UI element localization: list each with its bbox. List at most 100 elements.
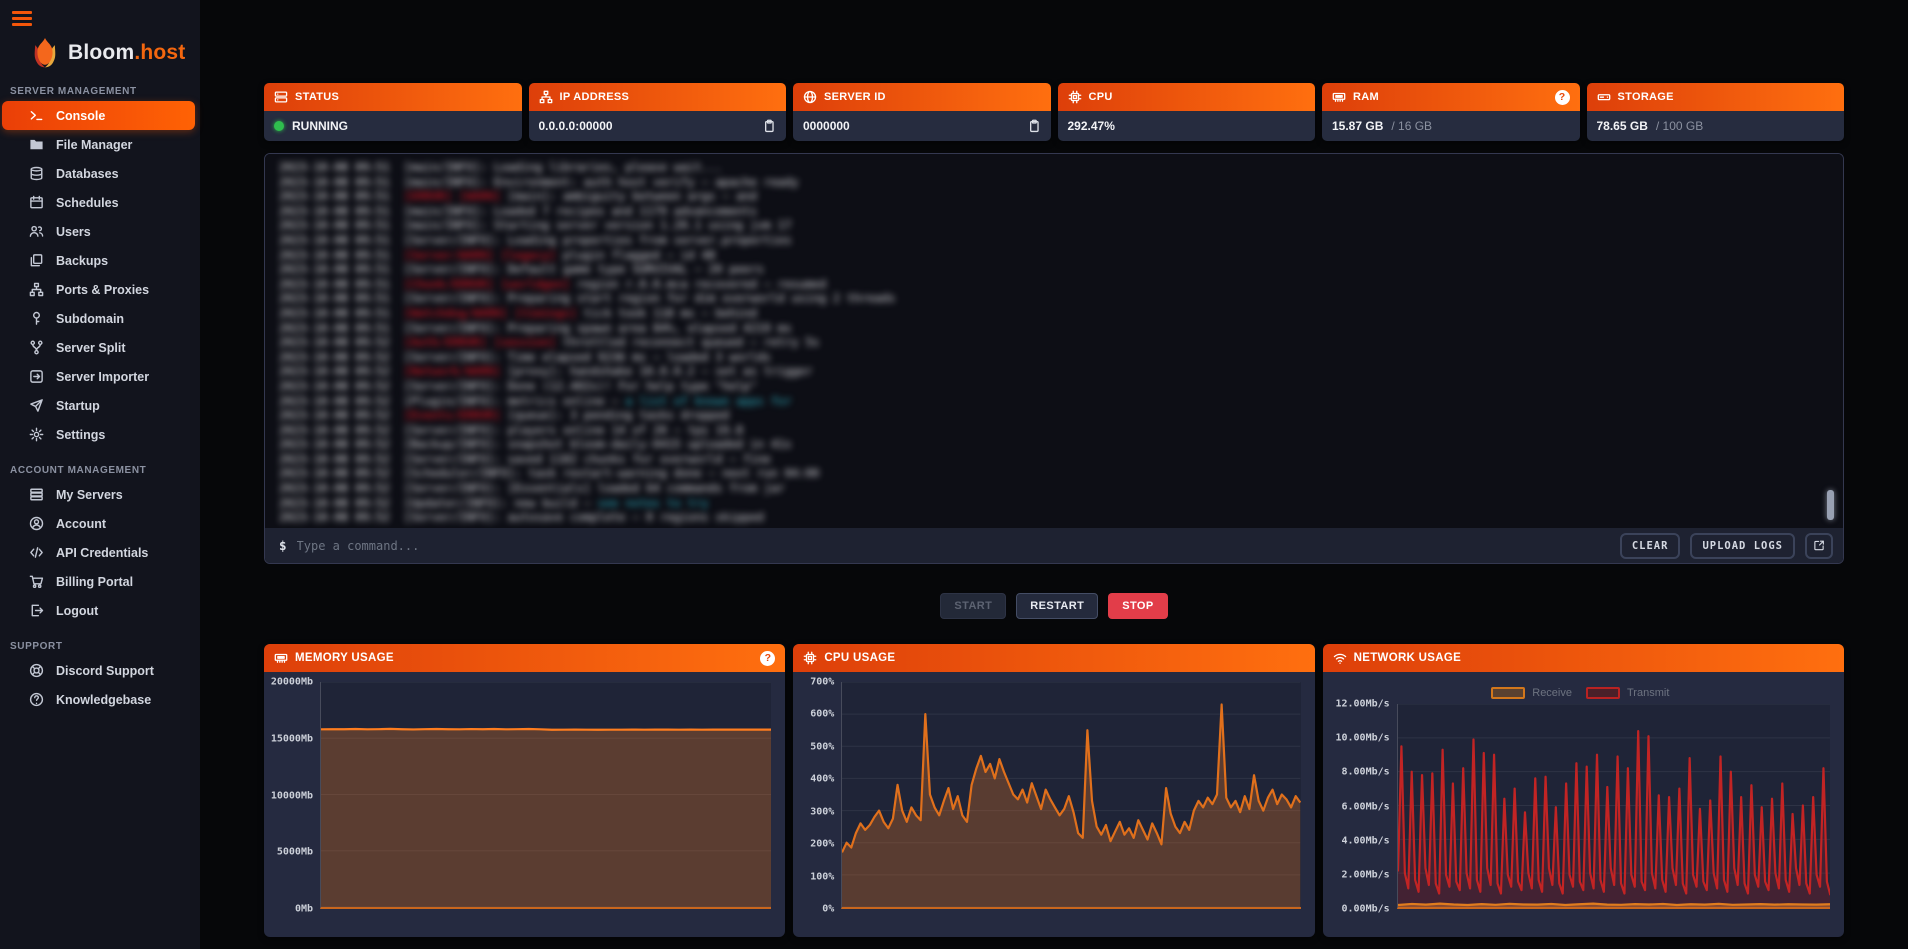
card-label: STATUS [295,91,339,103]
y-tick-label: 0.00Mb/s [1341,904,1389,915]
sidebar-item-label: File Manager [56,138,132,152]
sidebar-item-console[interactable]: Console [2,101,195,130]
y-tick-label: 0% [822,904,834,915]
start-button[interactable]: START [940,593,1006,619]
hdd-icon [1597,90,1611,104]
usage-charts: MEMORY USAGE? 20000Mb 15000Mb 10000Mb 5000M… [264,644,1844,937]
receive-swatch [1491,687,1525,699]
sidebar-item-label: Server Importer [56,370,149,384]
sidebar-item-discord-support[interactable]: Discord Support [2,656,195,685]
power-buttons: START RESTART STOP [264,593,1844,619]
discord-icon [29,663,44,678]
ram-card: RAM? 15.87 GB/ 16 GB [1322,83,1580,141]
copy-server-id-button[interactable] [1027,118,1041,134]
sidebar-item-backups[interactable]: Backups [2,246,195,275]
database-icon [29,166,44,181]
ports-icon [29,282,44,297]
gear-icon [29,427,44,442]
api-icon [29,545,44,560]
cart-icon [29,574,44,589]
prompt-symbol: $ [279,538,287,553]
cpu-chart: 700%600%500%400%300%200%100%0% [801,682,1300,909]
y-tick-label: 100% [810,871,834,882]
logo-text: Bloom.host [68,41,186,65]
card-label: RAM [1353,91,1379,103]
memory-chart: 20000Mb15000Mb10000Mb5000Mb0Mb [272,682,771,909]
y-tick-label: 15000Mb [271,733,313,744]
y-tick-label: 5000Mb [277,847,313,858]
sidebar-item-users[interactable]: Users [2,217,195,246]
sidebar-item-startup[interactable]: Startup [2,391,195,420]
sidebar-item-account[interactable]: Account [2,509,195,538]
transmit-swatch [1586,687,1620,699]
sidebar-item-label: Account [56,517,106,531]
expand-icon [1813,539,1825,552]
bloom-logo[interactable]: Bloom.host [28,36,200,70]
memory-help-icon[interactable]: ? [760,651,775,666]
servers-icon [29,487,44,502]
card-label: CPU [1089,91,1113,103]
server-id-value: 0000000 [803,119,850,133]
sidebar-item-ports-proxies[interactable]: Ports & Proxies [2,275,195,304]
y-tick-label: 0Mb [295,904,313,915]
legend-transmit: Transmit [1586,687,1669,699]
y-tick-label: 6.00Mb/s [1341,801,1389,812]
console-icon [29,108,44,123]
cpu-yaxis: 700%600%500%400%300%200%100%0% [801,682,841,909]
sidebar-item-databases[interactable]: Databases [2,159,195,188]
ram-help-icon[interactable]: ? [1555,90,1570,105]
sidebar-item-label: Schedules [56,196,119,210]
upload-logs-button[interactable]: UPLOAD LOGS [1690,533,1795,559]
sidebar-nav: SERVER MANAGEMENTConsoleFile ManagerData… [0,86,200,714]
y-tick-label: 20000Mb [271,677,313,688]
storage-max: / 100 GB [1656,119,1703,133]
sidebar-item-knowledgebase[interactable]: Knowledgebase [2,685,195,714]
ip-address-card: IP ADDRESS 0.0.0.0:00000 [529,83,787,141]
chart-title: MEMORY USAGE [295,652,394,664]
restart-button[interactable]: RESTART [1016,593,1098,619]
section-heading-account-management: ACCOUNT MANAGEMENT [10,465,200,476]
sidebar-item-label: Backups [56,254,108,268]
sidebar: Bloom.host SERVER MANAGEMENTConsoleFile … [0,0,200,949]
cpu-card: CPU 292.47% [1058,83,1316,141]
sidebar-item-settings[interactable]: Settings [2,420,195,449]
sidebar-item-label: Subdomain [56,312,124,326]
clear-button[interactable]: CLEAR [1620,533,1681,559]
command-input[interactable] [297,539,1610,553]
folder-icon [29,137,44,152]
sidebar-item-label: Knowledgebase [56,693,151,707]
server-icon [274,90,288,104]
sidebar-item-file-manager[interactable]: File Manager [2,130,195,159]
console-output[interactable]: 2023-10-08 09:51[main/INFO]: Loading lib… [265,154,1843,528]
command-bar: $ CLEAR UPLOAD LOGS [265,528,1843,563]
card-label: IP ADDRESS [560,91,630,103]
menu-icon[interactable] [12,11,32,26]
storage-value: 78.65 GB [1597,119,1648,133]
y-tick-label: 10000Mb [271,790,313,801]
wifi-icon [1333,651,1347,665]
y-tick-label: 200% [810,839,834,850]
status-dot [274,121,284,131]
y-tick-label: 2.00Mb/s [1341,869,1389,880]
sidebar-item-label: Ports & Proxies [56,283,149,297]
sidebar-item-schedules[interactable]: Schedules [2,188,195,217]
chip-icon [803,651,817,665]
split-icon [29,340,44,355]
sidebar-item-api-credentials[interactable]: API Credentials [2,538,195,567]
y-tick-label: 500% [810,741,834,752]
memory-yaxis: 20000Mb15000Mb10000Mb5000Mb0Mb [272,682,320,909]
users-icon [29,224,44,239]
sidebar-item-my-servers[interactable]: My Servers [2,480,195,509]
sidebar-item-logout[interactable]: Logout [2,596,195,625]
backup-icon [29,253,44,268]
console-scrollbar[interactable] [1827,490,1834,520]
status-card: STATUS RUNNING [264,83,522,141]
stop-button[interactable]: STOP [1108,593,1167,619]
sidebar-item-billing-portal[interactable]: Billing Portal [2,567,195,596]
popout-console-button[interactable] [1805,533,1833,559]
sidebar-item-server-split[interactable]: Server Split [2,333,195,362]
sidebar-item-server-importer[interactable]: Server Importer [2,362,195,391]
sidebar-item-subdomain[interactable]: Subdomain [2,304,195,333]
copy-ip-button[interactable] [762,118,776,134]
sidebar-item-label: Console [56,109,105,123]
